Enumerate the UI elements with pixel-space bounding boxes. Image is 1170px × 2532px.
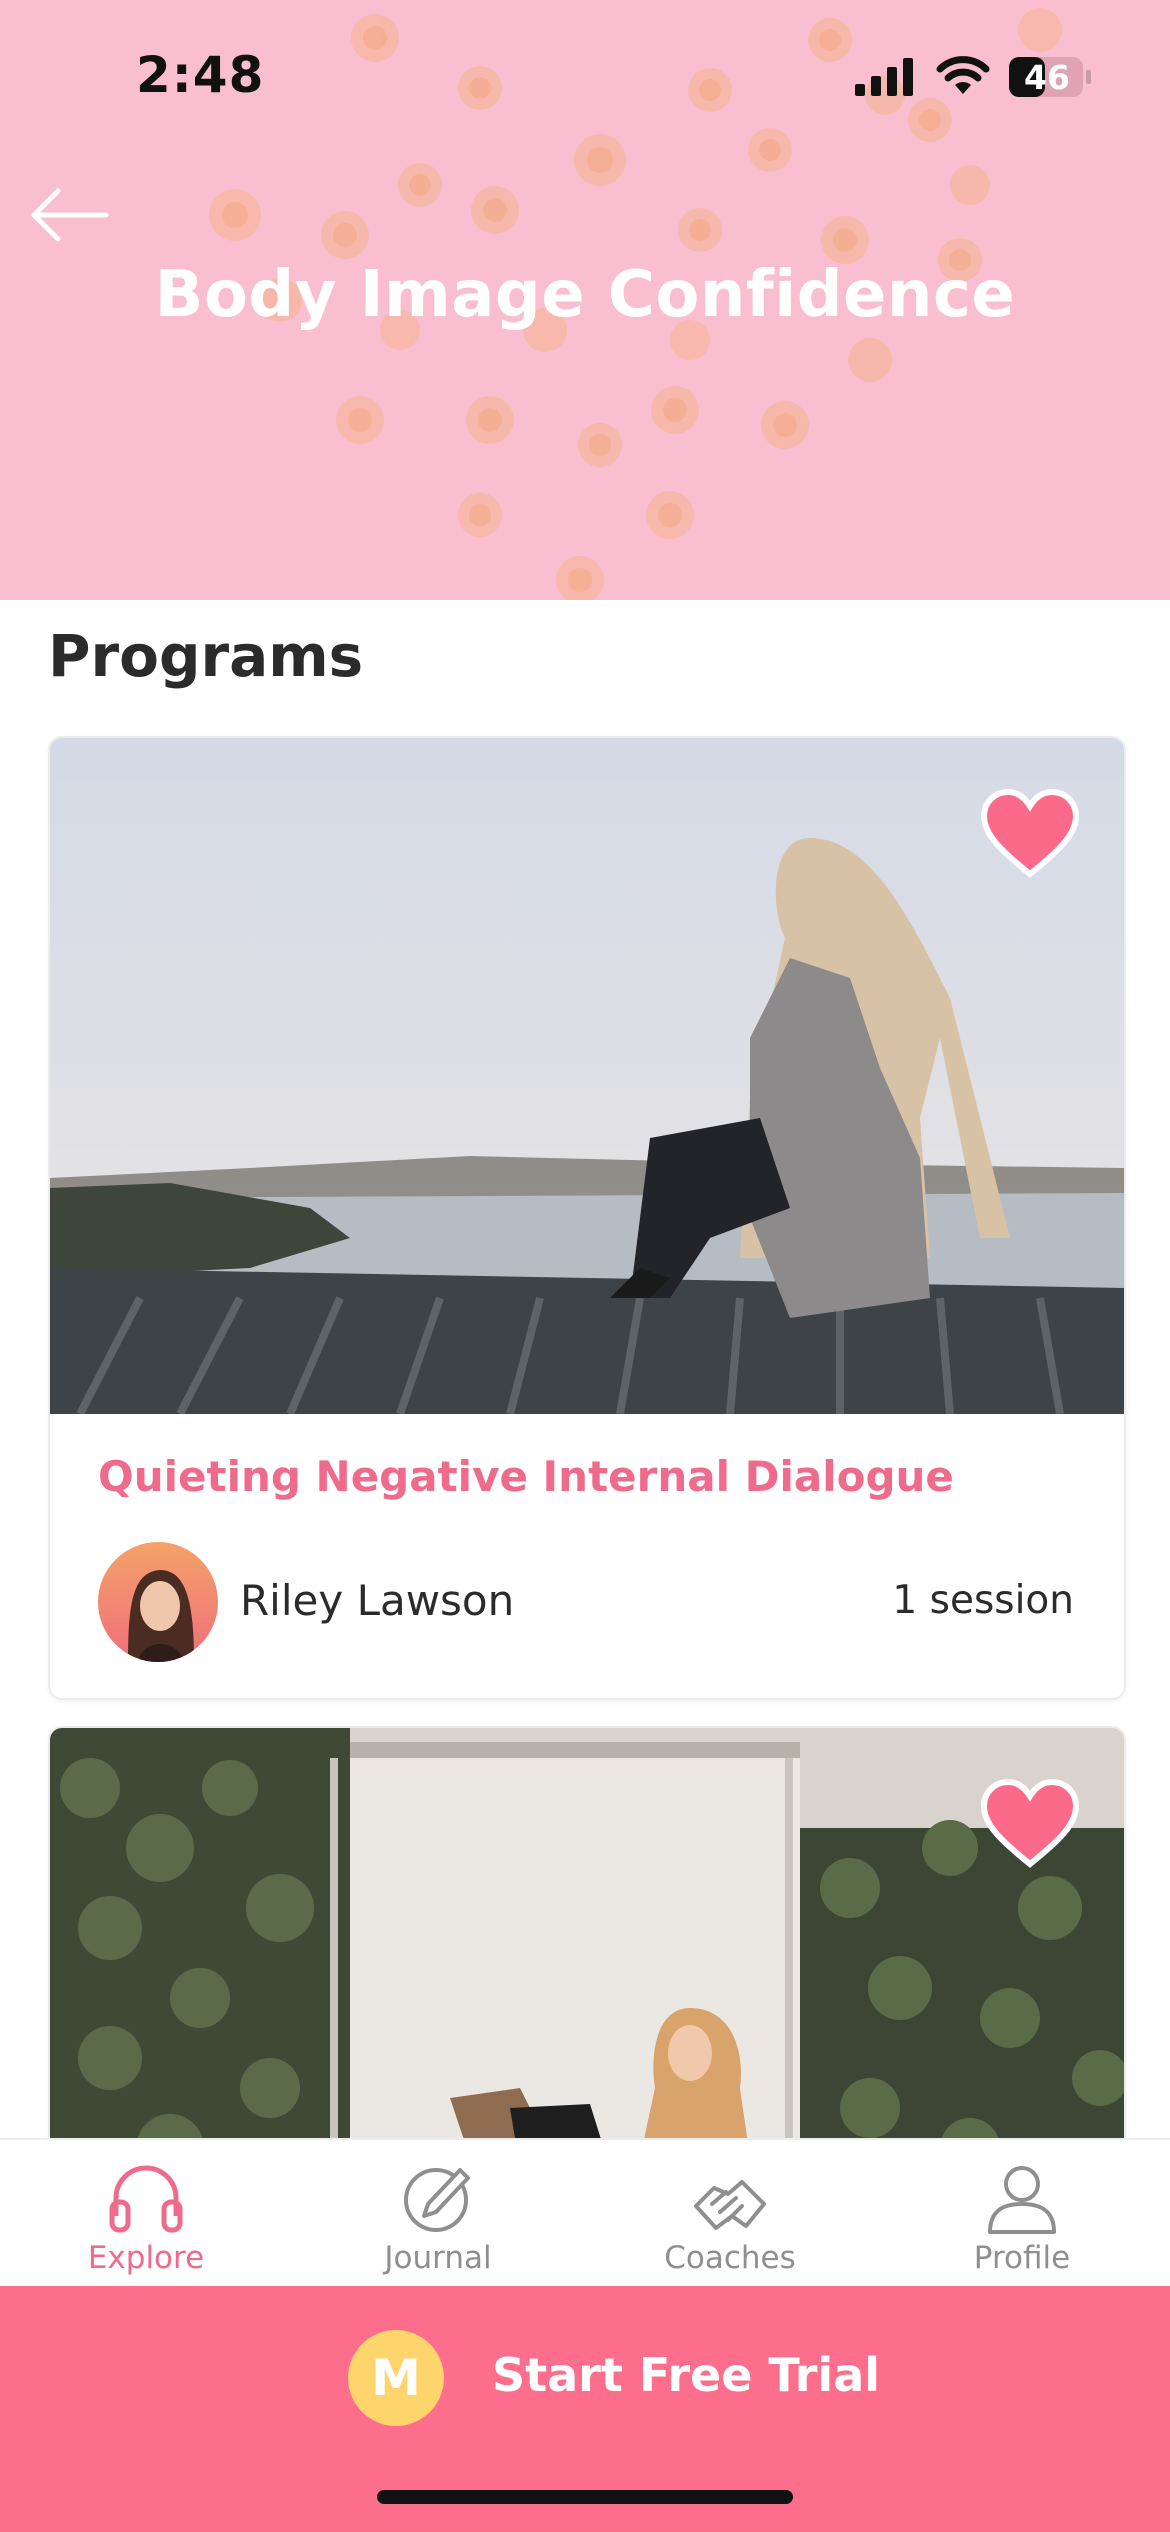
tab-explore[interactable]: Explore — [0, 2140, 292, 2288]
tab-label: Journal — [384, 2240, 492, 2276]
tab-journal[interactable]: Journal — [292, 2140, 584, 2288]
header-banner: 2:48 46 Body Image Confidence — [0, 0, 1170, 600]
pencil-circle-icon — [404, 2168, 470, 2232]
favorite-heart-icon[interactable] — [980, 788, 1080, 880]
brand-logo-icon: M — [348, 2330, 444, 2426]
person-icon — [988, 2166, 1056, 2234]
status-time: 2:48 — [136, 46, 265, 104]
bottom-tab-bar: Explore Journal Coaches Profile — [0, 2138, 1170, 2288]
tab-profile[interactable]: Profile — [876, 2140, 1168, 2288]
session-count: 1 session — [892, 1578, 1074, 1623]
tab-label: Profile — [973, 2240, 1071, 2276]
signal-icon — [855, 58, 913, 96]
program-card[interactable]: Quieting Negative Internal Dialogue Rile… — [48, 736, 1126, 1700]
home-indicator[interactable] — [377, 2490, 793, 2504]
tab-coaches[interactable]: Coaches — [584, 2140, 876, 2288]
favorite-heart-icon[interactable] — [980, 1778, 1080, 1870]
cta-label: Start Free Trial — [492, 2348, 881, 2402]
arrow-left-icon[interactable] — [24, 180, 114, 250]
coach-name: Riley Lawson — [240, 1576, 515, 1625]
coach-avatar — [98, 1542, 218, 1662]
page-title: Body Image Confidence — [154, 258, 1016, 332]
section-title: Programs — [48, 622, 364, 690]
handshake-icon — [694, 2180, 766, 2230]
wifi-icon — [936, 56, 990, 94]
battery-level: 46 — [1024, 58, 1070, 97]
status-bar: 2:48 46 — [0, 0, 1170, 150]
tab-label: Coaches — [664, 2240, 796, 2276]
program-title[interactable]: Quieting Negative Internal Dialogue — [98, 1452, 954, 1501]
headphones-icon — [109, 2165, 183, 2233]
tab-label: Explore — [87, 2240, 205, 2276]
program-image — [50, 738, 1124, 1414]
